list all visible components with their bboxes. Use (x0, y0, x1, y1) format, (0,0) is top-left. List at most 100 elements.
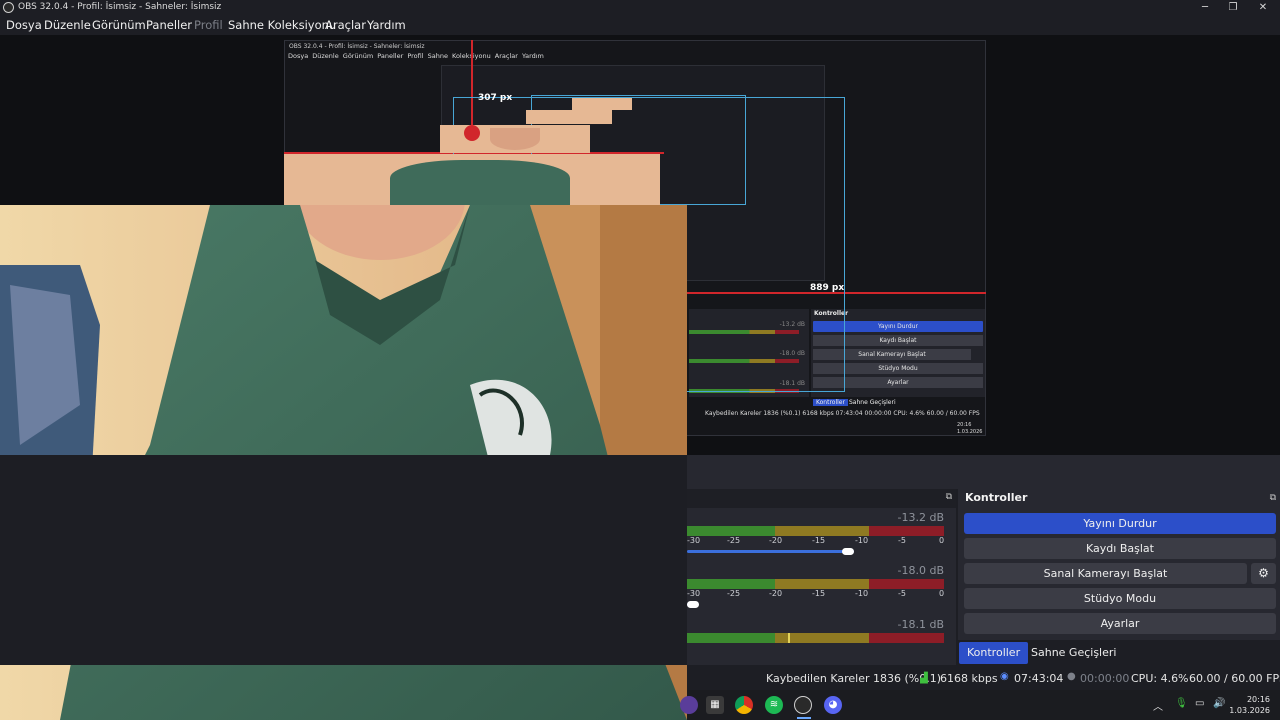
close-button[interactable]: ✕ (1248, 0, 1278, 15)
tick-label: -25 (727, 589, 741, 598)
channel-2-db: -18.0 dB (897, 564, 945, 577)
tick-label: -30 (687, 589, 701, 598)
status-bar: Kaybedilen Kareler 1836 (%0.1) ▟ 6168 kb… (687, 667, 1280, 690)
menu-scene-collection[interactable]: Sahne Koleksiyonu (228, 17, 336, 33)
channel-1-volume-knob[interactable] (842, 548, 854, 555)
stop-stream-button[interactable]: Yayını Durdur (964, 513, 1276, 534)
meter-red-segment (869, 526, 944, 536)
meter-yellow-segment (775, 526, 869, 536)
mixer-undock-icon[interactable]: ⧉ (946, 492, 952, 502)
record-icon: ● (1067, 671, 1076, 682)
maximize-button[interactable]: ❐ (1218, 0, 1248, 15)
record-time: 00:00:00 (1080, 672, 1130, 685)
stream-time: 07:43:04 (1014, 672, 1064, 685)
width-label-mid: 889 px (810, 283, 845, 293)
menu-docks[interactable]: Paneller (146, 17, 192, 33)
start-virtualcam-button[interactable]: Sanal Kamerayı Başlat (964, 563, 1247, 584)
dock-tabs: Kontroller Sahne Geçişleri (958, 640, 1280, 665)
store-icon[interactable]: ▦ (706, 696, 724, 714)
virtualcam-settings-gear-icon[interactable]: ⚙ (1251, 563, 1276, 584)
controls-dock: Kontroller ⧉ Yayını Durdur Kaydı Başlat … (958, 489, 1280, 665)
controls-title: Kontroller (965, 491, 1028, 504)
channel-3-meter (687, 633, 944, 643)
nested-clock-date: 1.03.2026 (957, 429, 983, 435)
network-icon[interactable]: ▭ (1195, 698, 1204, 709)
tick-label: -10 (855, 589, 869, 598)
menu-file[interactable]: Dosya (6, 17, 42, 33)
channel-2-volume-knob[interactable] (687, 601, 699, 608)
transform-handle[interactable] (464, 125, 480, 141)
channel-1-volume-slider[interactable] (687, 550, 854, 553)
webcam-layer-4-chin (490, 128, 540, 150)
nested-tabs: Kontroller Sahne Geçişleri (811, 399, 985, 409)
meter-red-segment (869, 579, 944, 589)
tick-label: 0 (939, 536, 945, 545)
window-title: OBS 32.0.4 - Profil: İsimsiz - Sahneler:… (18, 2, 222, 12)
tick-label: -20 (769, 589, 783, 598)
nested-clock-time: 20:16 (957, 422, 972, 428)
volume-icon[interactable]: 🔊 (1213, 698, 1225, 709)
channel-1-db: -13.2 dB (897, 511, 945, 524)
menu-profile[interactable]: Profil (194, 17, 223, 33)
stream-live-icon: ◉ (1000, 671, 1009, 682)
tab-scene-transitions[interactable]: Sahne Geçişleri (1023, 642, 1124, 664)
audio-mixer-dock: ⧉ -13.2 dB -30 -25 -20 -15 -10 -5 0 -18.… (687, 489, 956, 665)
meter-green-segment (687, 633, 775, 643)
tick-label: -30 (687, 536, 701, 545)
obs-taskbar-icon[interactable] (794, 696, 812, 714)
studio-mode-button[interactable]: Stüdyo Modu (964, 588, 1276, 609)
tray-overflow-icon[interactable]: ︿ (1153, 698, 1163, 713)
meter-red-segment (869, 633, 944, 643)
microphone-icon[interactable]: 🎙 (1175, 698, 1188, 709)
minimize-button[interactable]: ─ (1190, 0, 1220, 15)
channel-2-meter (687, 579, 944, 589)
tick-label: -10 (855, 536, 869, 545)
menu-tools[interactable]: Araçlar (325, 17, 366, 33)
tick-label: -25 (727, 536, 741, 545)
taskbar: ▦ ≋ ◕ ︿ 🎙 ▭ 🔊 20:16 1.03.2026 (680, 690, 1280, 720)
meter-green-segment (687, 579, 775, 589)
system-clock[interactable]: 20:16 1.03.2026 (1229, 694, 1270, 716)
nested-window-title: OBS 32.0.4 - Profil: İsimsiz - Sahneler:… (289, 43, 425, 50)
nested-menu: Dosya Düzenle Görünüm Paneller Profil Sa… (288, 52, 544, 60)
tick-label: -15 (812, 536, 826, 545)
channel-1-meter (687, 526, 944, 536)
width-label-top: 307 px (478, 93, 513, 103)
discord-icon[interactable]: ◕ (824, 696, 842, 714)
signal-bars-icon: ▟ (920, 673, 928, 684)
nested-tab-transitions: Sahne Geçişleri (849, 399, 896, 406)
menu-edit[interactable]: Düzenle (44, 17, 91, 33)
channel-1-scale: -30 -25 -20 -15 -10 -5 0 (687, 536, 947, 548)
channel-3-db: -18.1 dB (897, 618, 945, 631)
bitrate: 6168 kbps (940, 672, 998, 685)
app-icon[interactable] (680, 696, 698, 714)
cpu-usage: CPU: 4.6% (1131, 672, 1189, 685)
dropped-frames: Kaybedilen Kareler 1836 (%0.1) (766, 672, 942, 685)
meter-green-segment (687, 526, 775, 536)
controls-undock-icon[interactable]: ⧉ (1270, 493, 1276, 503)
nested-tab-controls: Kontroller (813, 399, 848, 406)
nested-status: Kaybedilen Kareler 1836 (%0.1) 6168 kbps… (705, 410, 980, 417)
obs-logo-icon (3, 2, 14, 13)
tick-label: -5 (898, 536, 906, 545)
chrome-icon[interactable] (735, 696, 753, 714)
tick-label: -5 (898, 589, 906, 598)
tab-controls[interactable]: Kontroller (959, 642, 1029, 664)
meter-yellow-segment (775, 579, 869, 589)
fps: 60.00 / 60.00 FPS (1189, 672, 1280, 685)
spotify-icon[interactable]: ≋ (765, 696, 783, 714)
menu-bar: Dosya Düzenle Görünüm Paneller Profil Sa… (0, 15, 1280, 35)
title-bar: OBS 32.0.4 - Profil: İsimsiz - Sahneler:… (0, 0, 1280, 15)
webcam-layer-3-hoodie (390, 160, 570, 205)
menu-view[interactable]: Görünüm (92, 17, 146, 33)
tick-label: 0 (939, 589, 945, 598)
meter-peak-marker (788, 633, 790, 643)
settings-button[interactable]: Ayarlar (964, 613, 1276, 634)
active-indicator (797, 717, 811, 719)
dock-header-strip (687, 455, 1280, 489)
clock-date: 1.03.2026 (1229, 706, 1270, 715)
mixer-dock-header: ⧉ (687, 489, 956, 508)
menu-help[interactable]: Yardım (367, 17, 406, 33)
webcam-layer-6 (572, 98, 632, 110)
start-record-button[interactable]: Kaydı Başlat (964, 538, 1276, 559)
